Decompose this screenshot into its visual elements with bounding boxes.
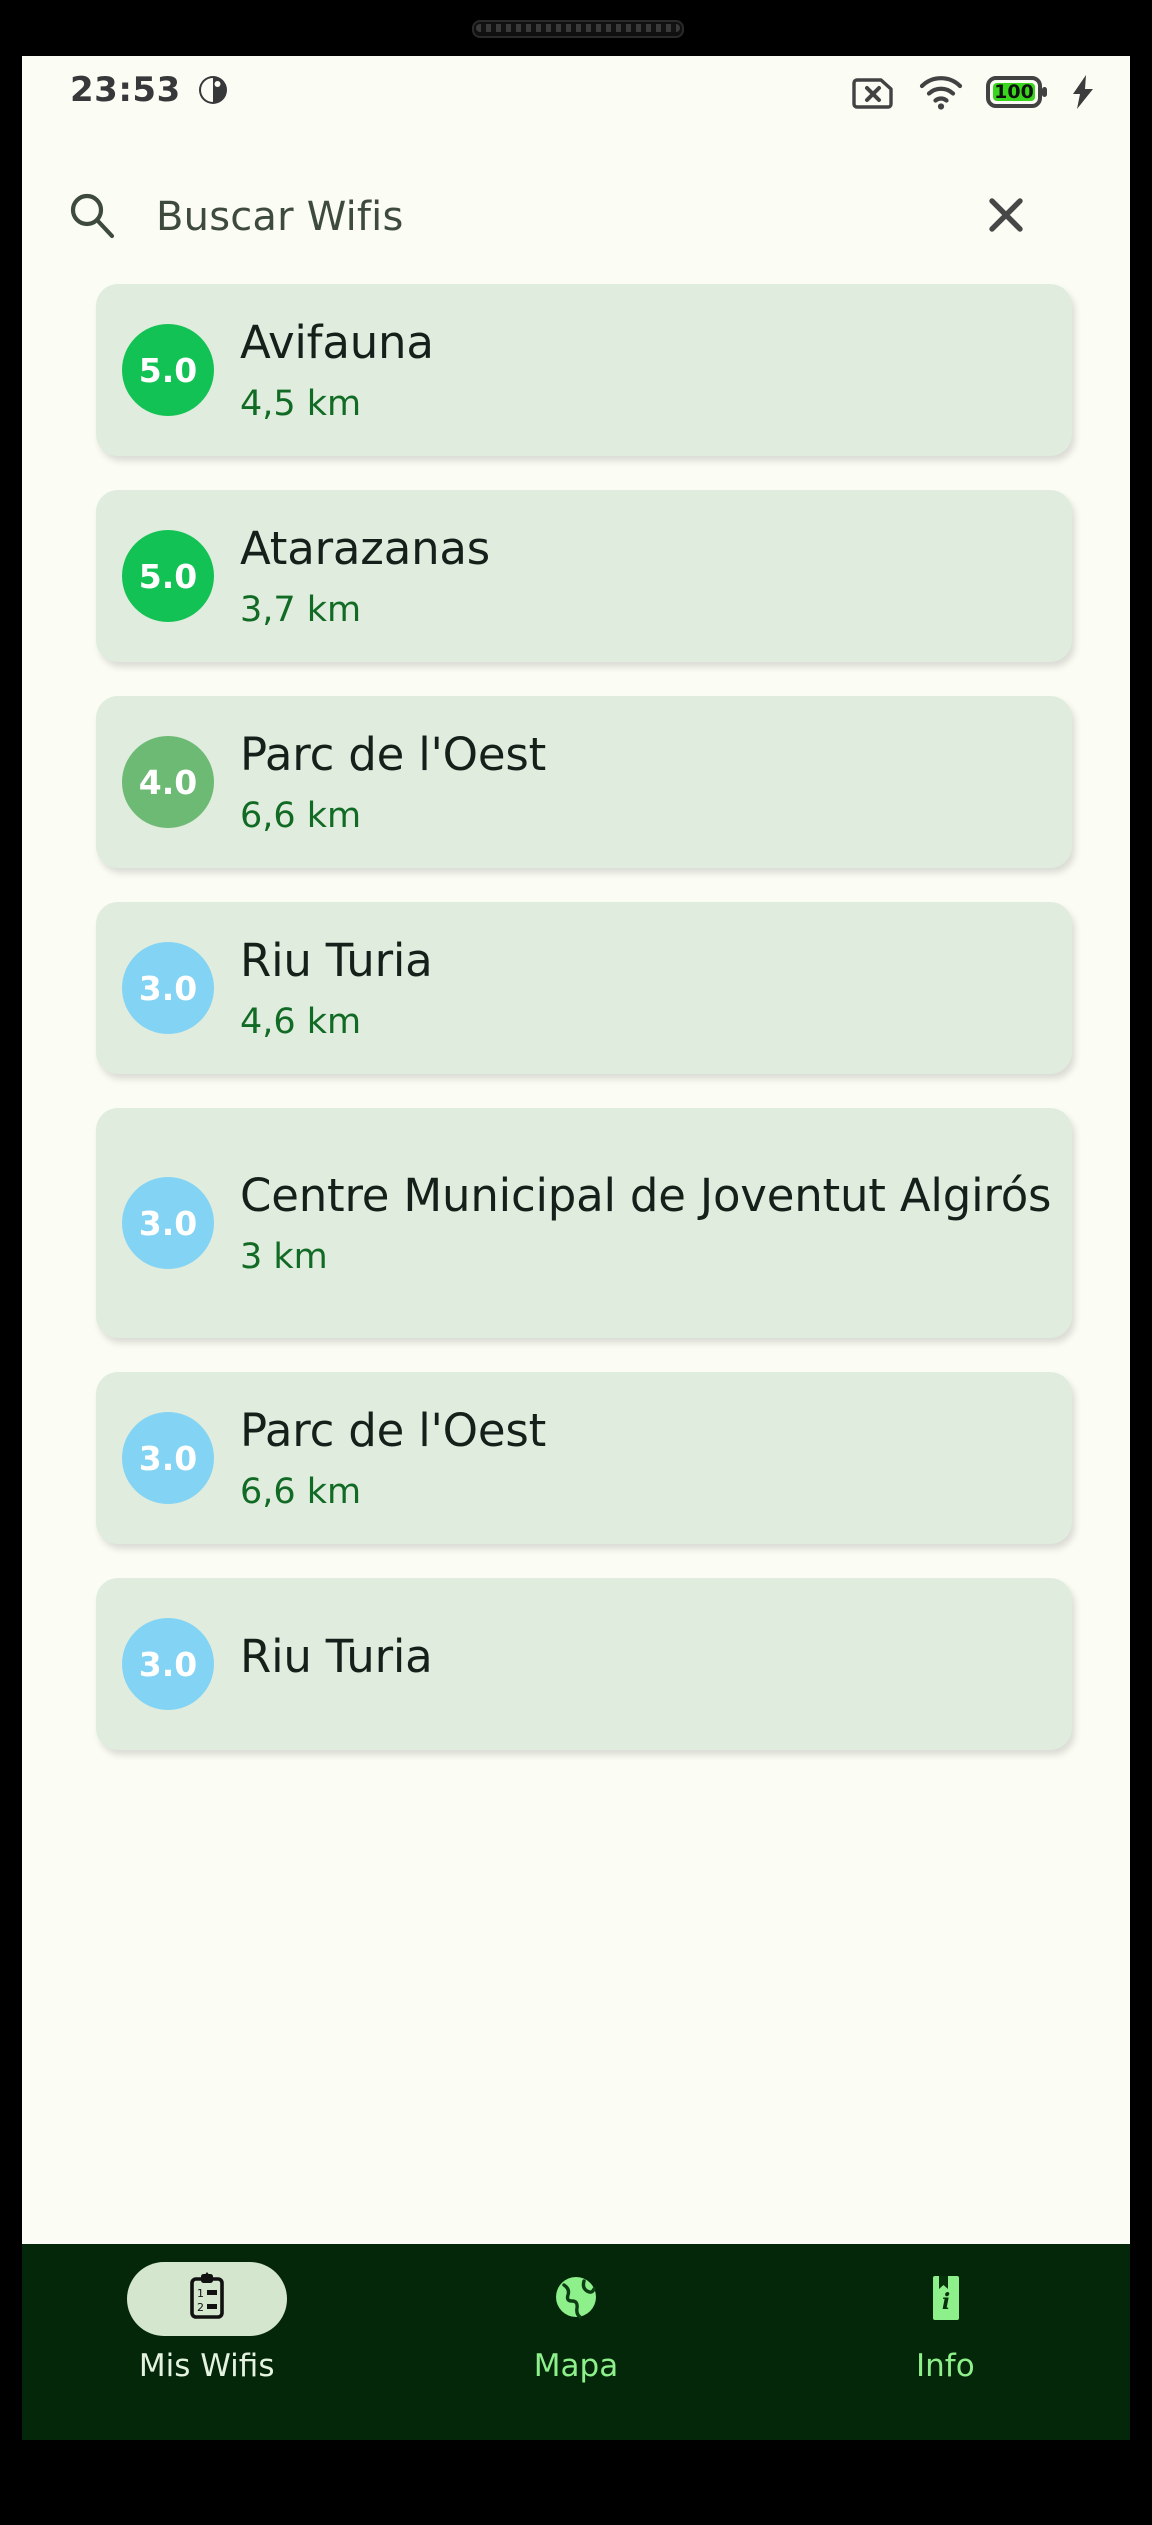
wifi-name: Avifauna (240, 316, 434, 370)
status-bar-right: 100 (852, 72, 1096, 112)
wifi-list[interactable]: 5.0 Avifauna 4,5 km 5.0 Atarazanas 3,7 k… (22, 278, 1130, 2294)
svg-text:i: i (942, 2289, 950, 2315)
list-item-text: Parc de l'Oest 6,6 km (240, 1404, 1052, 1511)
nav-item-mis-wifis[interactable]: 1 2 Mis Wifis (22, 2262, 391, 2384)
list-item[interactable]: 3.0 Parc de l'Oest 6,6 km (96, 1372, 1072, 1544)
list-item-text: Avifauna 4,5 km (240, 316, 1052, 423)
list-item-text: Riu Turia 4,6 km (240, 934, 1052, 1041)
phone-top-bezel (0, 0, 1152, 56)
search-icon[interactable] (66, 189, 118, 245)
list-item[interactable]: 5.0 Avifauna 4,5 km (96, 284, 1072, 456)
earpiece-speaker (472, 20, 684, 38)
rating-badge: 3.0 (122, 1412, 214, 1504)
list-item[interactable]: 4.0 Parc de l'Oest 6,6 km (96, 696, 1072, 868)
wifi-name: Riu Turia (240, 934, 433, 988)
wifi-distance: 3,7 km (240, 589, 362, 630)
clock-face-icon (197, 74, 229, 106)
battery-icon: 100 (986, 75, 1048, 109)
clipboard-list-icon: 1 2 (181, 2271, 233, 2327)
rating-badge: 5.0 (122, 324, 214, 416)
nav-pill (496, 2262, 656, 2336)
list-item-text: Riu Turia (240, 1630, 1052, 1697)
list-item[interactable]: 5.0 Atarazanas 3,7 km (96, 490, 1072, 662)
wifi-name: Parc de l'Oest (240, 728, 547, 782)
svg-text:1: 1 (197, 2287, 204, 2300)
nav-label-mis-wifis: Mis Wifis (138, 2348, 275, 2384)
rating-badge: 3.0 (122, 1618, 214, 1710)
list-item[interactable]: 3.0 Riu Turia (96, 1578, 1072, 1750)
phone-frame: 23:53 100 Buscar Wifis 5.0 Avifauna 4,5 … (0, 0, 1152, 2525)
wifi-name: Parc de l'Oest (240, 1404, 547, 1458)
status-bar: 23:53 100 (22, 56, 1130, 156)
wifi-distance: 4,5 km (240, 383, 362, 424)
wifi-distance: 3 km (240, 1236, 328, 1277)
wifi-distance: 4,6 km (240, 1001, 362, 1042)
status-bar-left: 23:53 (70, 70, 229, 110)
list-item[interactable]: 3.0 Centre Municipal de Joventut Algirós… (96, 1108, 1072, 1338)
rating-badge: 4.0 (122, 736, 214, 828)
battery-level-text: 100 (994, 81, 1034, 103)
nav-label-info: Info (915, 2348, 975, 2384)
status-clock: 23:53 (70, 70, 181, 110)
globe-icon (550, 2271, 602, 2327)
rating-badge: 5.0 (122, 530, 214, 622)
wifi-distance: 6,6 km (240, 795, 362, 836)
nav-item-info[interactable]: i Info (761, 2262, 1130, 2384)
nav-pill: i (865, 2262, 1025, 2336)
info-book-icon: i (919, 2271, 971, 2327)
close-icon[interactable] (980, 189, 1032, 245)
nav-item-mapa[interactable]: Mapa (391, 2262, 760, 2384)
wifi-name: Atarazanas (240, 522, 491, 576)
wifi-icon (918, 73, 964, 111)
svg-text:2: 2 (197, 2301, 204, 2314)
app-screen: 23:53 100 Buscar Wifis 5.0 Avifauna 4,5 … (22, 56, 1130, 2440)
search-input[interactable]: Buscar Wifis (156, 194, 980, 240)
list-item[interactable]: 3.0 Riu Turia 4,6 km (96, 902, 1072, 1074)
list-item-text: Atarazanas 3,7 km (240, 522, 1052, 629)
rating-badge: 3.0 (122, 1177, 214, 1269)
speaker-grille-dots (476, 24, 680, 32)
wifi-distance: 6,6 km (240, 1471, 362, 1512)
no-sim-icon (852, 72, 896, 112)
nav-label-mapa: Mapa (533, 2348, 619, 2384)
list-item-text: Centre Municipal de Joventut Algirós 3 k… (240, 1169, 1052, 1276)
nav-pill-selected: 1 2 (126, 2262, 287, 2336)
rating-badge: 3.0 (122, 942, 214, 1034)
bottom-navigation: 1 2 Mis Wifis Mapa i Info (22, 2244, 1130, 2440)
search-bar[interactable]: Buscar Wifis (22, 156, 1130, 278)
phone-bottom-bezel (0, 2440, 1152, 2525)
charging-bolt-icon (1070, 74, 1096, 110)
wifi-name: Riu Turia (240, 1630, 433, 1684)
list-item-text: Parc de l'Oest 6,6 km (240, 728, 1052, 835)
wifi-name: Centre Municipal de Joventut Algirós (240, 1169, 1052, 1223)
